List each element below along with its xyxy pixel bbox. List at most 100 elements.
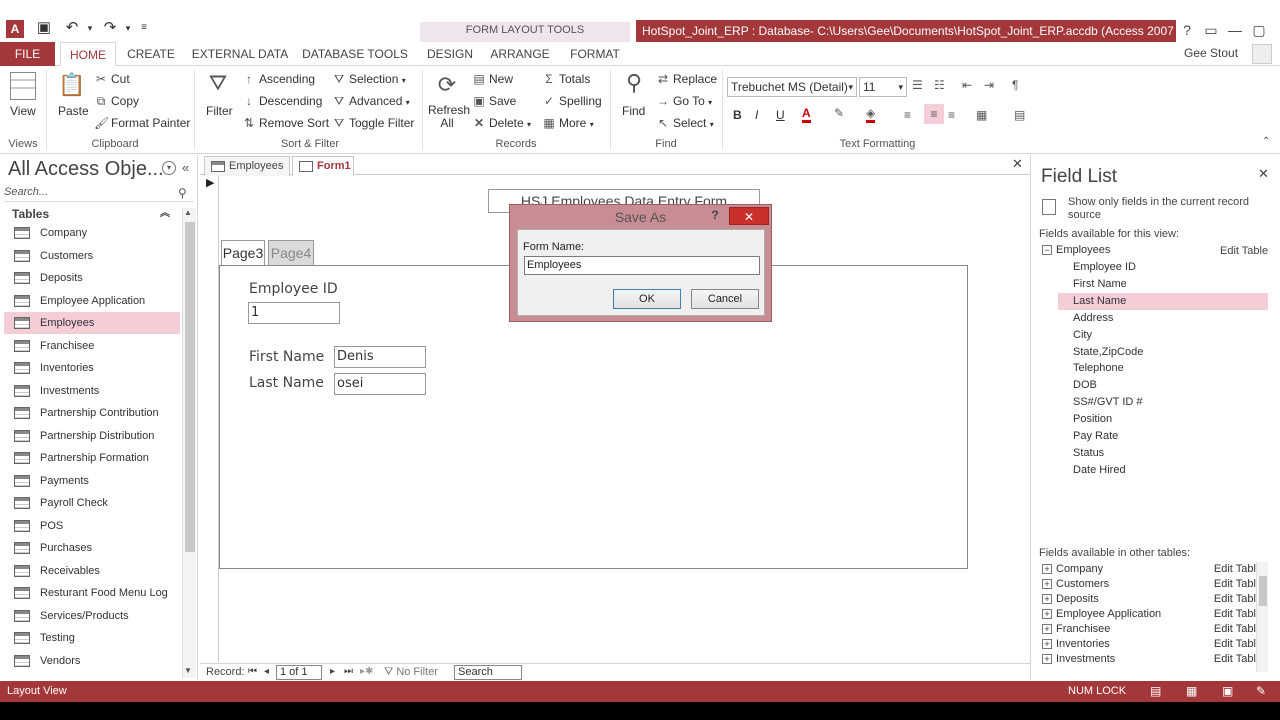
nav-item-franchisee[interactable]: Franchisee <box>4 335 180 357</box>
other-table-investments[interactable]: + Investments Edit Table <box>1042 652 1262 667</box>
refresh-all-button[interactable]: Refresh All <box>428 104 470 130</box>
first-name-label[interactable]: First Name <box>249 349 324 365</box>
align-left-icon[interactable]: ≡ <box>904 108 911 122</box>
descending-button[interactable]: ↓ Descending <box>242 94 322 108</box>
expand-icon[interactable]: + <box>1042 594 1052 605</box>
other-table-franchisee[interactable]: + Franchisee Edit Table <box>1042 622 1262 637</box>
record-position-input[interactable]: 1 of 1 <box>276 665 322 680</box>
dialog-close-icon[interactable]: ✕ <box>729 207 769 225</box>
underline-button[interactable]: U <box>776 108 785 122</box>
undo-dropdown-icon[interactable]: ▾ <box>80 18 100 38</box>
save-icon[interactable]: ▣ <box>34 18 54 38</box>
tab-format[interactable]: FORMAT <box>564 42 626 66</box>
field-item-status[interactable]: Status <box>1058 445 1268 462</box>
field-item-ss-gvt-id-[interactable]: SS#/GVT ID # <box>1058 394 1268 411</box>
expand-icon[interactable]: + <box>1042 624 1052 635</box>
nav-item-deposits[interactable]: Deposits <box>4 267 180 289</box>
indent-increase-icon[interactable]: ⇥ <box>984 78 994 92</box>
user-avatar[interactable] <box>1252 44 1272 64</box>
scroll-down-icon[interactable]: ▼ <box>184 666 192 675</box>
copy-button[interactable]: ⧉ Copy <box>94 94 139 109</box>
tab-home[interactable]: HOME <box>60 42 116 66</box>
nav-item-company[interactable]: Company <box>4 222 180 244</box>
nav-item-investments[interactable]: Investments <box>4 380 180 402</box>
show-only-fields-link[interactable]: Show only fields in the current record s… <box>1068 196 1258 222</box>
tab-arrange[interactable]: ARRANGE <box>488 42 552 66</box>
filter-button[interactable]: Filter <box>206 104 233 118</box>
remove-sort-button[interactable]: ⇅ Remove Sort <box>242 116 329 130</box>
tab-database-tools[interactable]: DATABASE TOOLS <box>302 42 408 66</box>
font-name-combo[interactable]: Trebuchet MS (Detail) ▾ <box>727 77 857 97</box>
nav-section-tables[interactable]: Tables ︽ <box>4 205 180 223</box>
undo-icon[interactable]: ↶ <box>62 18 82 38</box>
user-name[interactable]: Gee Stout <box>1184 46 1238 60</box>
first-record-icon[interactable]: ⏮ <box>248 666 257 677</box>
highlight-icon[interactable]: ✎ <box>834 106 844 120</box>
field-list-scrollbar[interactable] <box>1256 562 1268 672</box>
field-item-position[interactable]: Position <box>1058 411 1268 428</box>
view-icon[interactable] <box>10 72 36 100</box>
ok-button[interactable]: OK <box>613 289 681 309</box>
employee-id-field[interactable]: 1 <box>248 302 340 324</box>
scrollbar-thumb[interactable] <box>185 222 195 552</box>
tab-file[interactable]: FILE <box>0 42 55 66</box>
new-record-button[interactable]: ▤ New <box>472 72 513 86</box>
bullets-icon[interactable]: ☰ <box>912 78 923 92</box>
cancel-button[interactable]: Cancel <box>691 289 759 309</box>
nav-pane-title[interactable]: All Access Obje... <box>8 158 164 181</box>
field-item-state-zipcode[interactable]: State,ZipCode <box>1058 344 1268 361</box>
paragraph-icon[interactable]: ¶ <box>1012 78 1018 92</box>
nav-item-payroll-check[interactable]: Payroll Check <box>4 492 180 514</box>
expand-icon[interactable]: + <box>1042 639 1052 650</box>
scroll-up-icon[interactable]: ▲ <box>184 208 192 217</box>
field-item-address[interactable]: Address <box>1058 310 1268 327</box>
filter-icon[interactable]: ⛛ <box>204 70 232 96</box>
last-name-field[interactable]: osei <box>334 373 426 395</box>
field-item-last-name[interactable]: Last Name <box>1058 292 1268 310</box>
edit-table-link[interactable]: Edit Table <box>1214 637 1262 652</box>
expand-icon[interactable]: + <box>1042 609 1052 620</box>
edit-table-link[interactable]: Edit Table <box>1214 592 1262 607</box>
last-record-icon[interactable]: ⏭ <box>344 666 353 677</box>
save-record-button[interactable]: ▣ Save <box>472 94 516 108</box>
doc-tab-employees[interactable]: Employees <box>204 156 290 176</box>
nav-search-input[interactable]: Search... <box>4 186 194 202</box>
nav-item-employee-application[interactable]: Employee Application <box>4 290 180 312</box>
nav-scrollbar[interactable] <box>182 208 196 678</box>
replace-button[interactable]: ⇄ Replace <box>656 72 717 86</box>
scrollbar-thumb[interactable] <box>1259 576 1267 606</box>
nav-collapse-icon[interactable]: « <box>182 160 189 175</box>
other-table-deposits[interactable]: + Deposits Edit Table <box>1042 592 1262 607</box>
binoculars-icon[interactable]: ⚲ <box>620 70 648 96</box>
edit-table-link[interactable]: Edit Table <box>1214 622 1262 637</box>
delete-record-button[interactable]: ✕ Delete ▾ <box>472 116 531 130</box>
numbering-icon[interactable]: ☷ <box>934 78 945 92</box>
form-name-input[interactable]: Employees <box>524 256 760 275</box>
field-item-dob[interactable]: DOB <box>1058 377 1268 394</box>
ribbon-display-icon[interactable]: ▭ <box>1198 20 1224 40</box>
spelling-button[interactable]: ✓ Spelling <box>542 94 602 108</box>
goto-button[interactable]: → Go To ▾ <box>656 94 712 108</box>
view-button[interactable]: View <box>10 104 36 118</box>
no-filter-indicator[interactable]: ⛛ No Filter <box>384 666 438 679</box>
format-painter-button[interactable]: 🖌 Format Painter <box>94 116 190 130</box>
maximize-icon[interactable]: ▢ <box>1246 20 1272 40</box>
gridlines-icon[interactable]: ▤ <box>1014 108 1025 122</box>
search-icon[interactable]: ⚲ <box>178 186 187 200</box>
nav-item-partnership-contribution[interactable]: Partnership Contribution <box>4 402 180 424</box>
nav-menu-icon[interactable]: ▾ <box>162 161 176 175</box>
nav-item-employees[interactable]: Employees <box>4 312 180 334</box>
nav-item-receivables[interactable]: Receivables <box>4 560 180 582</box>
form-view-icon[interactable]: ▤ <box>1150 681 1161 702</box>
doc-tab-form1[interactable]: Form1 <box>292 156 354 176</box>
other-table-inventories[interactable]: + Inventories Edit Table <box>1042 637 1262 652</box>
collapse-ribbon-icon[interactable]: ⌃ <box>1262 136 1270 147</box>
first-name-field[interactable]: Denis <box>334 346 426 368</box>
italic-button[interactable]: I <box>755 108 758 122</box>
design-view-icon[interactable]: ✎ <box>1256 681 1266 702</box>
cut-button[interactable]: ✂ Cut <box>94 72 130 86</box>
other-table-customers[interactable]: + Customers Edit Table <box>1042 577 1262 592</box>
align-right-icon[interactable]: ≡ <box>948 108 955 122</box>
nav-item-services-products[interactable]: Services/Products <box>4 605 180 627</box>
nav-item-resturant-food-menu-log[interactable]: Resturant Food Menu Log <box>4 582 180 604</box>
